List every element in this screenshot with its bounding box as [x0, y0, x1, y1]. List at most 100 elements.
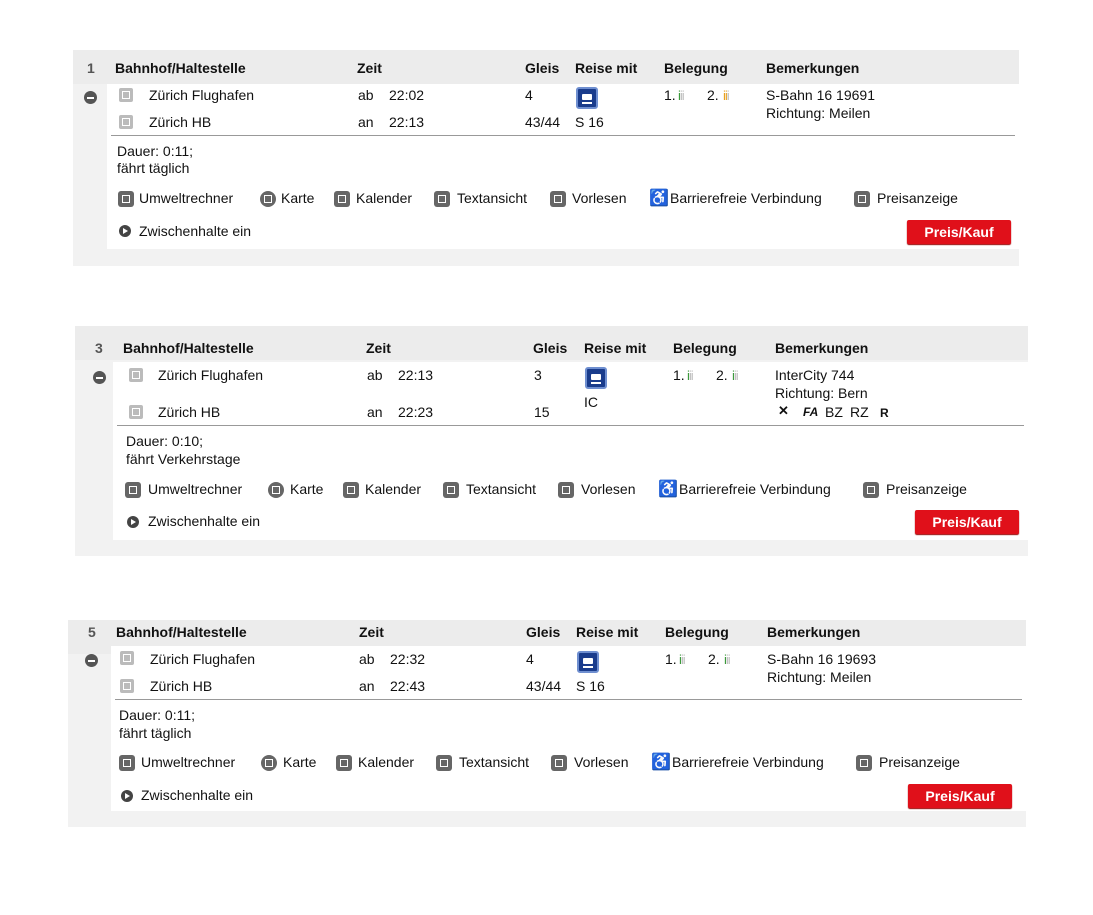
link-umwelt[interactable]: Umweltrechner [148, 481, 242, 498]
link-vorlesen[interactable]: Vorlesen [572, 190, 626, 207]
column-header-time: Zeit [366, 340, 391, 356]
map-icon[interactable] [261, 755, 277, 771]
expand-arrow-icon[interactable] [127, 516, 139, 528]
link-barrierefrei[interactable]: Barrierefreie Verbindung [672, 754, 824, 771]
occupancy-second-icon: iii [732, 368, 739, 383]
price-icon[interactable] [856, 755, 872, 771]
link-textansicht[interactable]: Textansicht [466, 481, 536, 498]
link-kalender[interactable]: Kalender [356, 190, 412, 207]
connection-index: 1 [87, 60, 95, 76]
arrival-station[interactable]: Zürich HB [150, 678, 212, 695]
calendar-icon[interactable] [334, 191, 350, 207]
link-barrierefrei[interactable]: Barrierefreie Verbindung [679, 481, 831, 498]
speaker-icon[interactable] [551, 755, 567, 771]
occupancy-first-icon: iii [678, 88, 685, 103]
buy-button[interactable]: Preis/Kauf [908, 784, 1012, 808]
connection-card: 5 Bahnhof/Haltestelle Zeit Gleis Reise m… [68, 620, 1026, 827]
occupancy-first-label: 1. [665, 651, 677, 667]
column-header-time: Zeit [359, 624, 384, 640]
column-header-platform: Gleis [533, 340, 568, 356]
departure-type: ab [367, 367, 383, 383]
connection-index: 5 [88, 624, 96, 640]
document-icon[interactable] [434, 191, 450, 207]
price-icon[interactable] [854, 191, 870, 207]
link-barrierefrei[interactable]: Barrierefreie Verbindung [670, 190, 822, 207]
link-textansicht[interactable]: Textansicht [457, 190, 527, 207]
link-preisanzeige[interactable]: Preisanzeige [886, 481, 967, 498]
occupancy-first-icon: iii [687, 368, 694, 383]
expand-arrow-icon[interactable] [119, 225, 131, 237]
column-header-remarks: Bemerkungen [767, 624, 861, 640]
document-icon[interactable] [443, 482, 459, 498]
map-icon[interactable] [260, 191, 276, 207]
column-header-remarks: Bemerkungen [775, 340, 869, 356]
schedule: fährt täglich [117, 160, 190, 176]
wheelchair-icon[interactable]: ♿ [651, 752, 671, 772]
product-label: S 16 [576, 678, 605, 694]
arrival-time: 22:43 [390, 678, 426, 694]
link-zwischenhalte[interactable]: Zwischenhalte ein [141, 787, 253, 804]
departure-platform: 4 [525, 87, 533, 103]
speaker-icon[interactable] [550, 191, 566, 207]
departure-station[interactable]: Zürich Flughafen [158, 367, 263, 384]
duration: Dauer: 0:11; [117, 143, 194, 159]
wheelchair-icon[interactable]: ♿ [658, 479, 678, 499]
link-kalender[interactable]: Kalender [365, 481, 421, 498]
collapse-icon[interactable] [84, 91, 97, 104]
leaf-icon[interactable] [125, 482, 141, 498]
calendar-icon[interactable] [336, 755, 352, 771]
duration: Dauer: 0:11; [119, 707, 196, 723]
arrival-time: 22:23 [398, 404, 434, 420]
leaf-icon[interactable] [119, 755, 135, 771]
buy-button[interactable]: Preis/Kauf [907, 220, 1011, 244]
remark-code[interactable]: RZ [850, 404, 869, 421]
map-icon[interactable] [268, 482, 284, 498]
train-icon[interactable] [577, 651, 599, 673]
link-karte[interactable]: Karte [281, 190, 314, 207]
departure-time: 22:32 [390, 651, 426, 667]
train-icon[interactable] [576, 87, 598, 109]
collapse-icon[interactable] [93, 371, 106, 384]
link-preisanzeige[interactable]: Preisanzeige [877, 190, 958, 207]
train-icon[interactable] [585, 367, 607, 389]
link-zwischenhalte[interactable]: Zwischenhalte ein [139, 223, 251, 240]
leaf-icon[interactable] [118, 191, 134, 207]
arrival-station[interactable]: Zürich HB [149, 114, 211, 131]
arrival-platform: 43/44 [525, 114, 561, 130]
station-icon[interactable] [119, 115, 133, 129]
buy-button[interactable]: Preis/Kauf [915, 510, 1019, 534]
link-textansicht[interactable]: Textansicht [459, 754, 529, 771]
link-kalender[interactable]: Kalender [358, 754, 414, 771]
station-icon[interactable] [129, 405, 143, 419]
price-icon[interactable] [863, 482, 879, 498]
station-icon[interactable] [119, 88, 133, 102]
occupancy-first-icon: iii [679, 652, 686, 667]
wheelchair-icon[interactable]: ♿ [649, 188, 669, 208]
station-icon[interactable] [129, 368, 143, 382]
column-header-travel-with: Reise mit [584, 340, 647, 356]
departure-station[interactable]: Zürich Flughafen [150, 651, 255, 668]
link-vorlesen[interactable]: Vorlesen [574, 754, 628, 771]
collapse-icon[interactable] [85, 654, 98, 667]
link-preisanzeige[interactable]: Preisanzeige [879, 754, 960, 771]
departure-station[interactable]: Zürich Flughafen [149, 87, 254, 104]
occupancy-second-label: 2. [716, 367, 728, 383]
occupancy-second-icon: iii [724, 652, 731, 667]
station-icon[interactable] [120, 651, 134, 665]
remark-code[interactable]: FA [803, 404, 818, 421]
link-karte[interactable]: Karte [290, 481, 323, 498]
link-zwischenhalte[interactable]: Zwischenhalte ein [148, 513, 260, 530]
remark-code[interactable]: BZ [825, 404, 843, 421]
document-icon[interactable] [436, 755, 452, 771]
link-vorlesen[interactable]: Vorlesen [581, 481, 635, 498]
arrival-platform: 15 [534, 404, 550, 420]
station-icon[interactable] [120, 679, 134, 693]
link-umwelt[interactable]: Umweltrechner [139, 190, 233, 207]
expand-arrow-icon[interactable] [121, 790, 133, 802]
remark-code[interactable]: R [880, 405, 889, 422]
link-umwelt[interactable]: Umweltrechner [141, 754, 235, 771]
speaker-icon[interactable] [558, 482, 574, 498]
link-karte[interactable]: Karte [283, 754, 316, 771]
arrival-station[interactable]: Zürich HB [158, 404, 220, 421]
calendar-icon[interactable] [343, 482, 359, 498]
